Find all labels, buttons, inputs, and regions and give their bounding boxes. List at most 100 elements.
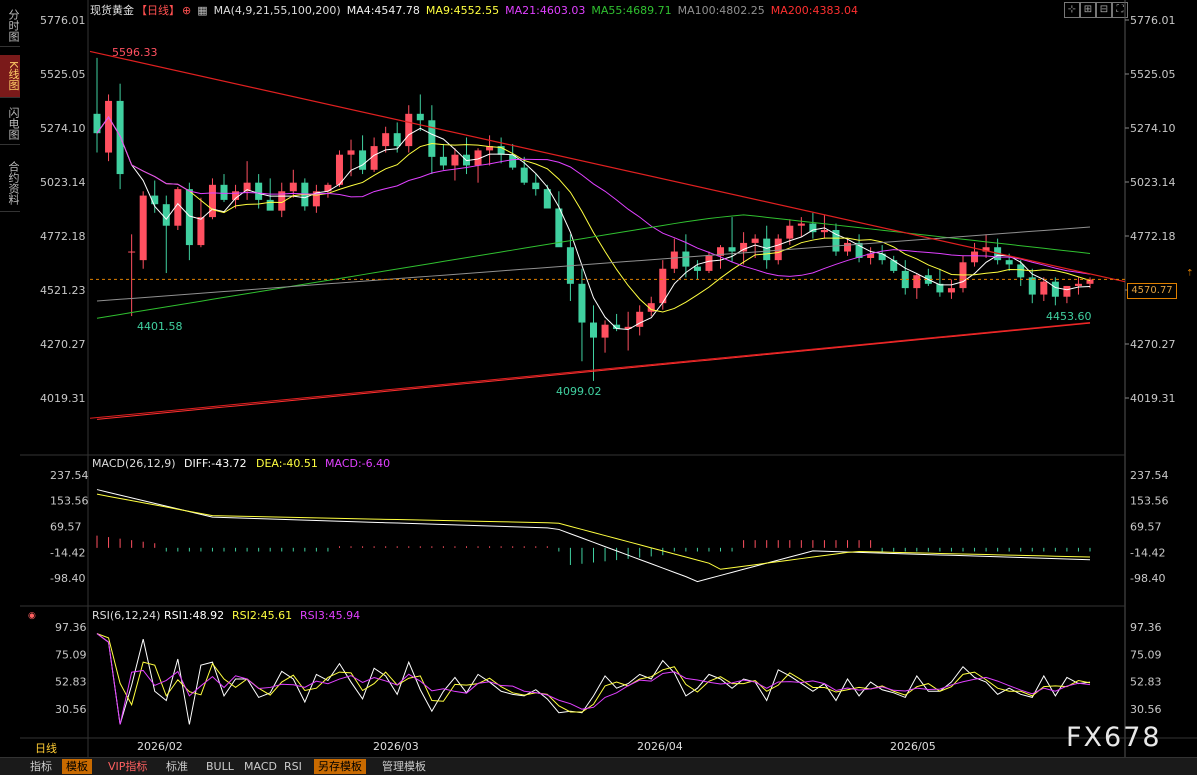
macd-diff: DIFF:-43.72 — [184, 457, 247, 470]
macd-axis-label: -14.42 — [1130, 546, 1165, 559]
candle-up — [913, 275, 921, 289]
rsi-axis-label-left: 30.56 — [55, 703, 87, 716]
price-axis-label: 4270.27 — [1130, 338, 1176, 351]
ma21-line — [96, 116, 1091, 277]
rsi3-value: RSI3:45.94 — [300, 609, 360, 622]
price-axis-label-left: 5274.10 — [40, 122, 86, 135]
current-price-box: 4570.77 — [1127, 283, 1177, 299]
tab-manage-template[interactable]: 管理模板 — [378, 759, 430, 774]
date-label: 2026/03 — [373, 740, 419, 753]
tab-indicators[interactable]: 指标 — [26, 759, 56, 774]
candle-up — [705, 255, 713, 271]
candle-down — [439, 156, 447, 166]
candle-up — [289, 182, 297, 192]
tab-vip-indicators[interactable]: VIP指标 — [104, 759, 151, 774]
macd-value: MACD:-6.40 — [325, 457, 390, 470]
macd-axis-label-left: 69.57 — [50, 521, 82, 534]
candle-down — [116, 100, 124, 175]
rsi-axis-label: 30.56 — [1130, 703, 1162, 716]
candle-down — [220, 184, 228, 200]
macd-axis-label-left: 153.56 — [50, 495, 89, 508]
candle-down — [1005, 260, 1013, 265]
candle-down — [428, 120, 436, 157]
date-label: 2026/05 — [890, 740, 936, 753]
rsi3-line — [96, 633, 1091, 725]
candle-up — [797, 223, 805, 226]
candle-up — [740, 242, 748, 252]
price-axis-label: 5274.10 — [1130, 122, 1176, 135]
kline-chart[interactable]: 5776.01 5776.01 5525.05 5525.05 5274.10 5274.… — [0, 0, 1197, 757]
ma4-line — [96, 116, 1091, 331]
candle-up — [139, 195, 147, 261]
price-axis-label-left: 5023.14 — [40, 176, 86, 189]
tab-bull[interactable]: BULL — [202, 759, 238, 774]
rsi-title: RSI(6,12,24) — [92, 609, 160, 622]
candle-down — [520, 167, 528, 183]
candle-down — [393, 133, 401, 147]
candle-down — [682, 251, 690, 267]
rsi-axis-label-left: 75.09 — [55, 648, 87, 661]
price-axis-label-left: 4270.27 — [40, 338, 86, 351]
candle-down — [578, 283, 586, 323]
date-label: 2026/02 — [137, 740, 183, 753]
price-axis-label-left: 4019.31 — [40, 392, 86, 405]
high-annotation: 5596.33 — [112, 46, 158, 59]
candle-up — [786, 225, 794, 239]
candle-up — [1074, 283, 1082, 286]
ma9-line — [96, 116, 1091, 313]
rsi-axis-label: 97.36 — [1130, 621, 1162, 634]
candle-down — [1017, 264, 1025, 278]
candle-up — [382, 133, 390, 147]
low3-annotation: 4453.60 — [1046, 310, 1092, 323]
resistance-trendline — [89, 50, 1126, 283]
tab-save-template[interactable]: 另存模板 — [314, 759, 366, 774]
candle-up — [1063, 285, 1071, 297]
rsi2-value: RSI2:45.61 — [232, 609, 292, 622]
tab-template[interactable]: 模板 — [62, 759, 92, 774]
rsi-axis-label-left: 52.83 — [55, 676, 87, 689]
candle-up — [347, 150, 355, 155]
macd-title: MACD(26,12,9) — [92, 457, 176, 470]
macd-dea: DEA:-40.51 — [256, 457, 318, 470]
rsi1-value: RSI1:48.92 — [164, 609, 224, 622]
candle-up — [820, 230, 828, 233]
candle-down — [416, 113, 424, 121]
macd-axis-label: 153.56 — [1130, 495, 1169, 508]
candle-up — [451, 154, 459, 166]
candle-up — [601, 324, 609, 338]
candle-down — [359, 150, 367, 170]
candle-up — [751, 238, 759, 243]
macd-axis-label: 237.54 — [1130, 469, 1169, 482]
candle-up — [971, 251, 979, 263]
candle-down — [590, 322, 597, 338]
rsi-settings-icon: ◉ — [28, 611, 36, 621]
rsi-axis-label: 75.09 — [1130, 648, 1162, 661]
tab-rsi[interactable]: RSI — [280, 759, 306, 774]
candle-down — [555, 208, 563, 248]
price-axis-label-left: 4772.18 — [40, 230, 86, 243]
price-axis-label-left: 4521.23 — [40, 284, 86, 297]
candle-up — [405, 113, 413, 147]
tab-standard[interactable]: 标准 — [162, 759, 192, 774]
candle-down — [532, 182, 540, 190]
rsi-axis-label: 52.83 — [1130, 676, 1162, 689]
candle-up — [208, 184, 216, 218]
low2-annotation: 4099.02 — [556, 385, 602, 398]
ma55-line — [96, 214, 1091, 319]
price-arrow-icon: ⇡ — [1186, 268, 1194, 278]
candle-down — [1028, 277, 1036, 295]
candle-down — [162, 204, 170, 226]
candle-up — [335, 154, 343, 185]
candle-down — [728, 247, 736, 252]
macd-axis-label-left: -14.42 — [50, 546, 85, 559]
candle-down — [1051, 281, 1059, 297]
macd-axis-label: 69.57 — [1130, 521, 1162, 534]
candle-up — [105, 100, 113, 153]
low1-annotation: 4401.58 — [137, 320, 183, 333]
candle-up — [670, 251, 678, 269]
candle-up — [774, 238, 782, 261]
tab-macd[interactable]: MACD — [240, 759, 281, 774]
candle-up — [844, 242, 852, 252]
macd-axis-label-left: 237.54 — [50, 469, 89, 482]
rsi2-line — [96, 633, 1091, 713]
